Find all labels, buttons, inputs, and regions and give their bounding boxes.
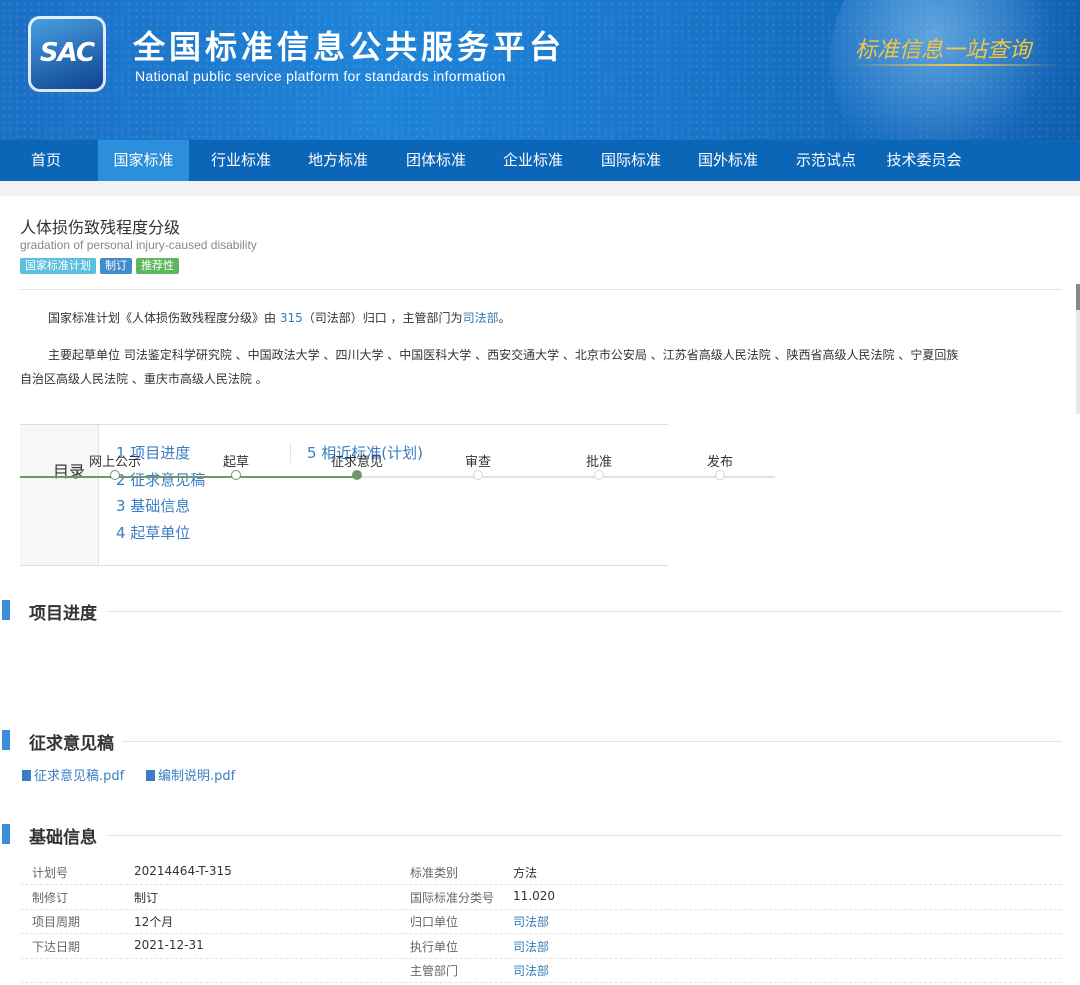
info-label: 归口单位 (410, 915, 459, 929)
info-value: 方法 (513, 866, 538, 880)
file-link-draft[interactable]: 征求意见稿.pdf (22, 765, 124, 784)
info-value-link[interactable]: 司法部 (513, 938, 549, 955)
nav-enterprise-standards[interactable]: 企业标准 (492, 140, 574, 181)
section-progress-header: 项目进度 (0, 599, 1062, 624)
tag-nature: 推荐性 (136, 258, 179, 274)
progress-step-label: 批准 (585, 455, 612, 470)
info-label: 制修订 (32, 891, 69, 905)
nav-pilot-demo[interactable]: 示范试点 (785, 140, 867, 181)
info-label: 标准类别 (410, 866, 459, 880)
dept-link[interactable]: 司法部 (463, 311, 499, 325)
info-value: 制订 (134, 891, 159, 905)
standard-title-en: gradation of personal injury-caused disa… (20, 238, 257, 252)
info-label: 国际标准分类号 (410, 891, 495, 905)
progress-step-node (231, 470, 241, 480)
progress-step-node (473, 470, 483, 480)
tag-type: 制订 (100, 258, 132, 274)
info-value: 11.020 (513, 889, 555, 903)
info-label: 主管部门 (410, 964, 459, 978)
section-title: 征求意见稿 (29, 734, 114, 754)
info-label: 项目周期 (32, 915, 81, 929)
progress-step-label: 起草 (222, 455, 249, 470)
progress-step-node (594, 470, 604, 480)
progress-step-node (352, 470, 362, 480)
section-rule (122, 741, 1062, 742)
info-row: 制修订 制订 国际标准分类号 11.020 (20, 885, 1062, 910)
drafters-line1: 主要起草单位 司法鉴定科学研究院 、中国政法大学 、四川大学 、中国医科大学 、… (48, 348, 959, 362)
intro-suffix: 。 (498, 311, 511, 325)
header-banner: SAC 全国标准信息公共服务平台 National public service… (0, 0, 1080, 140)
nav-national-standards[interactable]: 国家标准 (98, 140, 189, 181)
tag-list: 国家标准计划 制订 推荐性 (20, 258, 179, 274)
section-drafts-header: 征求意见稿 (0, 729, 1062, 754)
intro-middle: （司法部）归口 ，主管部门为 (302, 311, 463, 325)
info-value: 2021-12-31 (134, 938, 204, 952)
info-value-link[interactable]: 司法部 (513, 913, 549, 930)
nav-international-standards[interactable]: 国际标准 (590, 140, 672, 181)
file-link-explanation[interactable]: 编制说明.pdf (146, 765, 235, 784)
scrollbar[interactable] (1076, 284, 1080, 414)
file-name: 编制说明.pdf (158, 769, 236, 784)
logo-text: SAC (39, 38, 95, 68)
progress-fill (20, 476, 357, 478)
nav-group-standards[interactable]: 团体标准 (395, 140, 477, 181)
standard-title: 人体损伤致残程度分级 (20, 218, 181, 237)
section-title: 项目进度 (29, 604, 97, 624)
section-basic-header: 基础信息 (0, 823, 1062, 848)
file-icon (22, 770, 31, 781)
nav-home[interactable]: 首页 (15, 140, 77, 181)
section-rule (107, 611, 1062, 612)
site-title: 全国标准信息公共服务平台 (133, 28, 566, 66)
nav-tech-committee[interactable]: 技术委员会 (875, 140, 973, 181)
info-value: 12个月 (134, 915, 174, 929)
info-label: 执行单位 (410, 940, 459, 954)
progress-step-label: 征求意见 (330, 455, 383, 470)
info-row: 主管部门 司法部 (20, 958, 1062, 983)
nav-industry-standards[interactable]: 行业标准 (200, 140, 282, 181)
section-title: 基础信息 (29, 828, 97, 848)
info-row: 下达日期 2021-12-31 执行单位 司法部 (20, 934, 1062, 959)
progress-step-node (110, 470, 120, 480)
file-name: 征求意见稿.pdf (34, 769, 125, 784)
slogan-underline (850, 64, 1060, 66)
toc-item-basic-info[interactable]: 3 基础信息 (116, 495, 190, 516)
section-marker (2, 600, 10, 620)
toc-item-drafters[interactable]: 4 起草单位 (116, 522, 190, 543)
main-nav: 首页 国家标准 行业标准 地方标准 团体标准 企业标准 国际标准 国外标准 示范… (0, 140, 1080, 181)
toc-heading-box: 目录 (20, 425, 99, 565)
info-value-link[interactable]: 司法部 (513, 962, 549, 979)
info-label: 下达日期 (32, 940, 81, 954)
info-row: 项目周期 12个月 归口单位 司法部 (20, 909, 1062, 934)
tag-plan: 国家标准计划 (20, 258, 96, 274)
section-marker (2, 730, 10, 750)
table-of-contents: 目录 1 项目进度 2 征求意见稿 3 基础信息 4 起草单位 5 相近标准(计… (20, 424, 668, 566)
toc-item-drafts[interactable]: 2 征求意见稿 (116, 469, 205, 490)
info-label: 计划号 (32, 866, 69, 880)
sac-logo[interactable]: SAC (28, 16, 106, 92)
file-icon (146, 770, 155, 781)
standard-detail-card: 人体损伤致残程度分级 gradation of personal injury-… (0, 196, 1080, 985)
progress-step-label: 网上公示 (88, 455, 141, 470)
progress-step-node (715, 470, 725, 480)
intro-prefix: 国家标准计划《人体损伤致残程度分级》由 (48, 311, 280, 325)
nav-local-standards[interactable]: 地方标准 (297, 140, 379, 181)
globe-graphic (830, 0, 1080, 140)
section-marker (2, 824, 10, 844)
progress-step-label: 审查 (464, 455, 491, 470)
progress-track (20, 476, 775, 478)
info-value: 20214464-T-315 (134, 864, 232, 878)
nav-foreign-standards[interactable]: 国外标准 (687, 140, 769, 181)
divider (20, 289, 1062, 290)
section-rule (107, 835, 1062, 836)
site-slogan: 标准信息一站查询 (855, 38, 1032, 63)
tc-code-link[interactable]: 315 (280, 311, 303, 325)
info-row: 计划号 20214464-T-315 标准类别 方法 (20, 860, 1062, 885)
intro-paragraph: 国家标准计划《人体损伤致残程度分级》由 315（司法部）归口 ，主管部门为司法部… (48, 306, 511, 330)
site-subtitle: National public service platform for sta… (135, 68, 506, 84)
drafters-line2: 自治区高级人民法院 、重庆市高级人民法院 。 (20, 372, 268, 386)
progress-step-label: 发布 (706, 455, 733, 470)
toc-separator (290, 443, 291, 463)
